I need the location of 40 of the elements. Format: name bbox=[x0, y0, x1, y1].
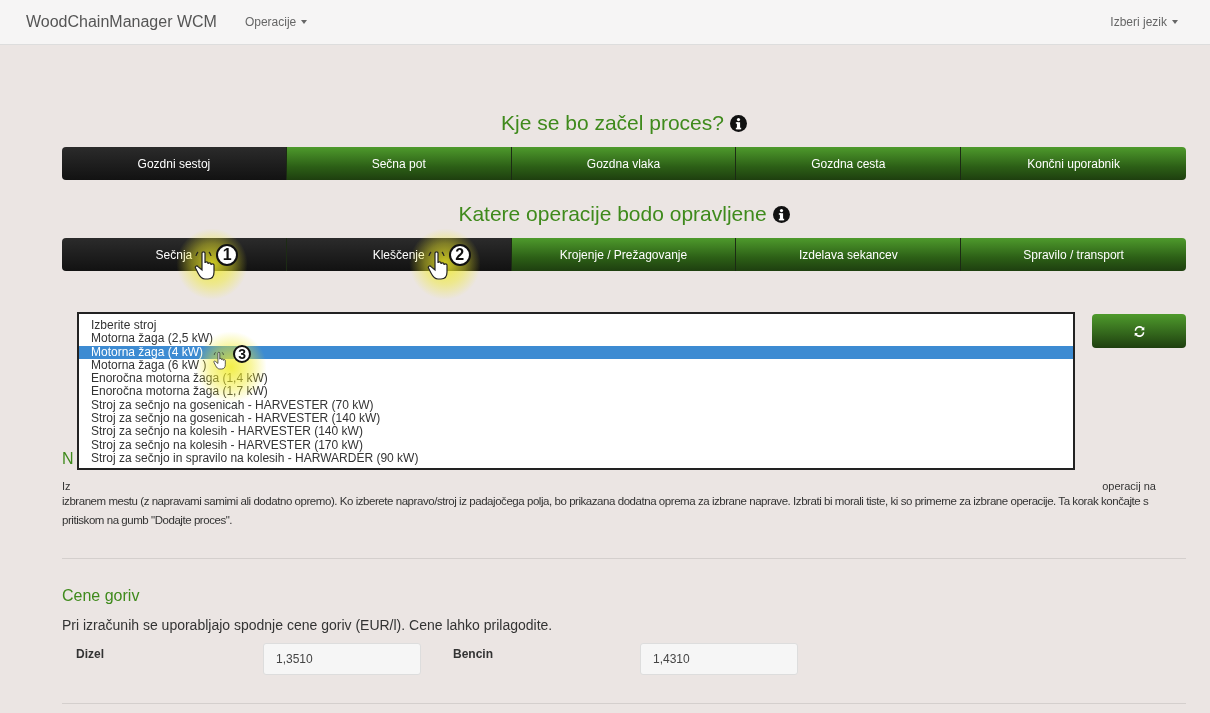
price-field[interactable]: 1,4310 bbox=[640, 643, 798, 675]
dropdown-option[interactable]: Enoročna motorna žaga (1,4 kW) bbox=[79, 372, 1073, 386]
description-text: operacij na bbox=[1102, 480, 1156, 492]
tab[interactable]: Gozdna cesta bbox=[736, 147, 962, 180]
dropdown-option[interactable]: Enoročna motorna žaga (1,7 kW) bbox=[79, 385, 1073, 399]
price-field[interactable]: 1,3510 bbox=[263, 643, 421, 675]
description-text: Iz bbox=[62, 480, 71, 492]
tab[interactable]: Sečna pot bbox=[286, 147, 512, 180]
description-text: izbranem mestu (z napravami samimi ali dodatno opremo). Ko izberete napravo/stroj iz padajočega polja, bo prikazana dodatna oprema za izbrane naprave. Izbrati bi morali tiste, ki so primerne za izbrane operacije. Ta korak končajte s pritiskom na gumb "Dodajte proces". bbox=[62, 494, 1150, 528]
dropdown-option[interactable]: Motorna žaga (2,5 kW) bbox=[79, 332, 1073, 346]
language-menu[interactable]: Izberi jezik bbox=[1110, 15, 1167, 29]
info-icon bbox=[772, 205, 790, 223]
tab[interactable]: Gozdna vlaka bbox=[511, 147, 737, 180]
section-title: Cene goriv bbox=[62, 587, 140, 605]
brand-title[interactable]: WoodChainManager WCM bbox=[26, 13, 217, 31]
field-label: Dizel bbox=[76, 646, 104, 661]
dropdown-list[interactable] bbox=[77, 312, 1075, 470]
dropdown-option[interactable]: Stroj za sečnjo na kolesih - HARVESTER (170 kW) bbox=[79, 438, 1073, 452]
info-icon bbox=[730, 114, 747, 132]
refresh-icon bbox=[1133, 325, 1145, 337]
caret-icon bbox=[301, 20, 308, 24]
dropdown-option[interactable]: Stroj za sečnjo na kolesih - HARVESTER (140 kW) bbox=[79, 425, 1073, 439]
tab[interactable]: Končni uporabnik bbox=[961, 147, 1186, 180]
tab[interactable]: Gozdni sestoj bbox=[62, 147, 287, 180]
description-text: Pri izračunih se uporabljajo spodnje cene goriv (EUR/l). Cene lahko prilagodite. bbox=[62, 617, 554, 633]
operations-menu[interactable]: Operacije bbox=[244, 15, 297, 29]
dropdown-option[interactable]: Stroj za sečnjo na gosenicah - HARVESTER (140 kW) bbox=[79, 412, 1073, 426]
dropdown-option[interactable]: Stroj za sečnjo in spravilo na kolesih - HARWARDER (90 kW) bbox=[79, 451, 1073, 466]
tab[interactable]: Krojenje / Prežagovanje bbox=[511, 238, 737, 271]
section-title: Katere operacije bodo opravljene bbox=[458, 202, 767, 226]
caret-icon bbox=[1172, 20, 1178, 24]
section-title: N bbox=[62, 450, 74, 468]
dropdown-option[interactable]: Stroj za sečnjo na gosenicah - HARVESTER (70 kW) bbox=[79, 398, 1073, 413]
tab[interactable]: Izdelava sekancev bbox=[736, 238, 962, 271]
step-number: 3 bbox=[233, 344, 252, 363]
dropdown-option[interactable]: Izberite stroj bbox=[79, 319, 1073, 333]
section-title: Kje se bo začel proces? bbox=[501, 111, 724, 135]
tab[interactable]: Spravilo / transport bbox=[961, 238, 1186, 271]
refresh-button[interactable] bbox=[1092, 314, 1186, 348]
field-label: Bencin bbox=[453, 646, 493, 661]
